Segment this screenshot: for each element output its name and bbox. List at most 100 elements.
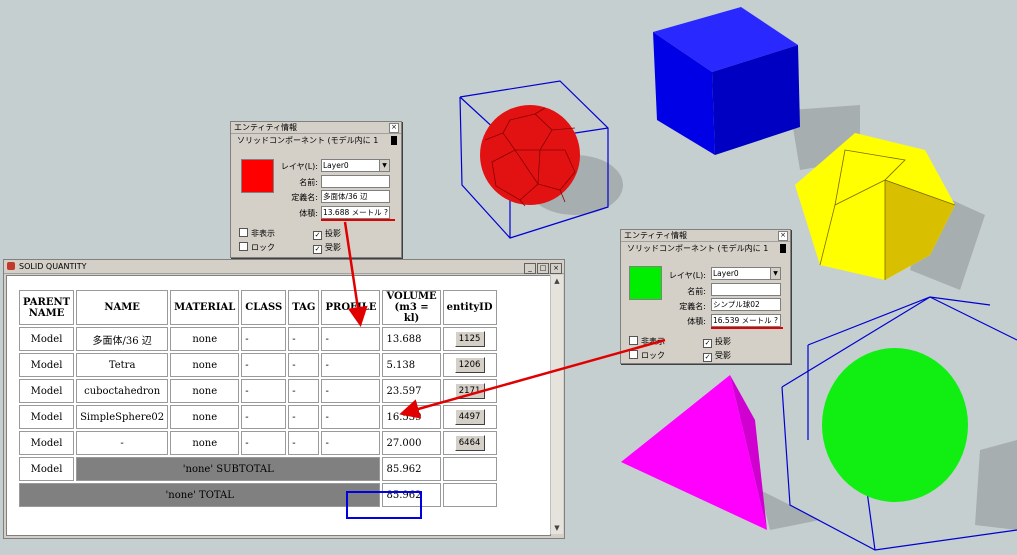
- cell-name: SimpleSphere02: [76, 405, 169, 429]
- close-icon[interactable]: ×: [778, 231, 788, 241]
- table-row: Model SimpleSphere02 none - - - 16.539 4…: [19, 405, 497, 429]
- cell-class: -: [241, 327, 287, 351]
- entity-id-button[interactable]: 1125: [454, 331, 485, 347]
- cell-parent: Model: [19, 457, 75, 481]
- definition-field[interactable]: 多面体/36 辺: [321, 190, 390, 203]
- pin-icon[interactable]: [780, 244, 786, 253]
- cell-entity: 4497: [442, 405, 497, 429]
- scroll-up-icon[interactable]: ▲: [551, 275, 563, 287]
- scroll-down-icon[interactable]: ▼: [551, 522, 563, 534]
- table-body: Model 多面体/36 辺 none - - - 13.688 1125 Mo…: [19, 327, 497, 507]
- material-swatch[interactable]: [629, 266, 662, 300]
- cell-name: 多面体/36 辺: [76, 327, 169, 351]
- lock-checkbox[interactable]: ロック: [629, 350, 665, 361]
- cell-empty: [442, 483, 497, 507]
- header-profile: PROFILE: [321, 290, 381, 325]
- cell-class: -: [241, 353, 287, 377]
- cell-volume: 23.597: [382, 379, 441, 403]
- cell-profile: -: [321, 405, 381, 429]
- entity-id-button[interactable]: 4497: [454, 409, 485, 425]
- solid-quantity-window[interactable]: SOLID QUANTITY _ □ × PARENT NAME NAME MATE…: [3, 259, 565, 539]
- layer-label: レイヤ(L):: [668, 271, 706, 280]
- header-volume: VOLUME (m3 = kl): [382, 290, 441, 325]
- cell-class: -: [241, 379, 287, 403]
- table-row: Model 多面体/36 辺 none - - - 13.688 1125: [19, 327, 497, 351]
- cell-material: none: [170, 379, 240, 403]
- volume-label: 体積:: [687, 317, 706, 326]
- definition-field[interactable]: シンプル球02: [711, 298, 781, 311]
- cell-entity: 1206: [442, 353, 497, 377]
- cell-class: -: [241, 431, 287, 455]
- table-row: Model Tetra none - - - 5.138 1206: [19, 353, 497, 377]
- volume-label: 体積:: [299, 209, 318, 218]
- cell-parent: Model: [19, 353, 75, 377]
- cell-profile: -: [321, 353, 381, 377]
- entity-panel-subtitle: ソリッドコンポーネント (モデル内に 1: [621, 242, 790, 256]
- blue-cube-solid[interactable]: [653, 7, 800, 155]
- subtotal-label: 'none' SUBTOTAL: [76, 457, 381, 481]
- cell-empty: [442, 457, 497, 481]
- minimize-icon[interactable]: _: [524, 263, 536, 274]
- entity-panel-title: エンティティ情報 ×: [231, 122, 401, 134]
- entity-panel-title: エンティティ情報 ×: [621, 230, 790, 242]
- volume-field: 16.539 メートル ?: [711, 314, 781, 327]
- pin-icon[interactable]: [391, 136, 397, 145]
- lock-checkbox[interactable]: ロック: [239, 242, 275, 253]
- chevron-down-icon: ▼: [770, 268, 780, 279]
- cast-shadow-checkbox[interactable]: ✓ 投影: [313, 228, 341, 240]
- cell-volume: 5.138: [382, 353, 441, 377]
- subtotal-volume: 85.962: [382, 457, 441, 481]
- name-field[interactable]: [711, 283, 781, 296]
- entity-info-panel-left[interactable]: エンティティ情報 × ソリッドコンポーネント (モデル内に 1 レイヤ(L): …: [230, 121, 402, 258]
- cast-shadow-checkbox[interactable]: ✓ 投影: [703, 336, 731, 348]
- layer-select[interactable]: Layer0 ▼: [711, 267, 781, 280]
- cell-tag: -: [288, 353, 320, 377]
- table-row: Model - none - - - 27.000 6464: [19, 431, 497, 455]
- table-row: Model cuboctahedron none - - - 23.597 21…: [19, 379, 497, 403]
- entity-id-button[interactable]: 6464: [454, 435, 485, 451]
- name-label: 名前:: [687, 287, 706, 296]
- receive-shadow-checkbox[interactable]: ✓ 受影: [703, 350, 731, 362]
- cell-tag: -: [288, 431, 320, 455]
- header-tag: TAG: [288, 290, 320, 325]
- cell-entity: 1125: [442, 327, 497, 351]
- cell-tag: -: [288, 405, 320, 429]
- definition-label: 定義名:: [679, 302, 706, 311]
- cell-name: Tetra: [76, 353, 169, 377]
- material-swatch[interactable]: [241, 159, 274, 193]
- entity-id-button[interactable]: 1206: [454, 357, 485, 373]
- cell-profile: -: [321, 431, 381, 455]
- cell-parent: Model: [19, 405, 75, 429]
- receive-shadow-checkbox[interactable]: ✓ 受影: [313, 242, 341, 254]
- hidden-checkbox[interactable]: 非表示: [629, 336, 665, 347]
- cell-name: cuboctahedron: [76, 379, 169, 403]
- entity-info-panel-right[interactable]: エンティティ情報 × ソリッドコンポーネント (モデル内に 1 レイヤ(L): …: [620, 229, 791, 364]
- entity-id-button[interactable]: 2171: [454, 383, 485, 399]
- app-icon: [7, 262, 15, 270]
- magenta-tetrahedron-solid[interactable]: [621, 375, 767, 530]
- cell-material: none: [170, 327, 240, 351]
- vertical-scrollbar[interactable]: ▲ ▼: [550, 275, 563, 534]
- window-title: SOLID QUANTITY: [19, 262, 87, 271]
- cell-entity: 2171: [442, 379, 497, 403]
- layer-select[interactable]: Layer0 ▼: [321, 159, 390, 172]
- entity-panel-subtitle: ソリッドコンポーネント (モデル内に 1: [231, 134, 401, 148]
- cell-class: -: [241, 405, 287, 429]
- name-field[interactable]: [321, 175, 390, 188]
- close-icon[interactable]: ×: [550, 263, 562, 274]
- total-label: 'none' TOTAL: [19, 483, 381, 507]
- volume-field: 13.688 メートル ?: [321, 206, 390, 219]
- cell-name: -: [76, 431, 169, 455]
- cell-material: none: [170, 405, 240, 429]
- window-titlebar[interactable]: SOLID QUANTITY _ □ ×: [4, 260, 564, 274]
- cell-parent: Model: [19, 327, 75, 351]
- maximize-icon[interactable]: □: [537, 263, 549, 274]
- hidden-checkbox[interactable]: 非表示: [239, 228, 275, 239]
- cell-volume: 27.000: [382, 431, 441, 455]
- header-class: CLASS: [241, 290, 287, 325]
- chevron-down-icon: ▼: [379, 160, 389, 171]
- close-icon[interactable]: ×: [389, 123, 399, 133]
- subtotal-row: Model 'none' SUBTOTAL 85.962: [19, 457, 497, 481]
- cell-profile: -: [321, 327, 381, 351]
- cell-material: none: [170, 431, 240, 455]
